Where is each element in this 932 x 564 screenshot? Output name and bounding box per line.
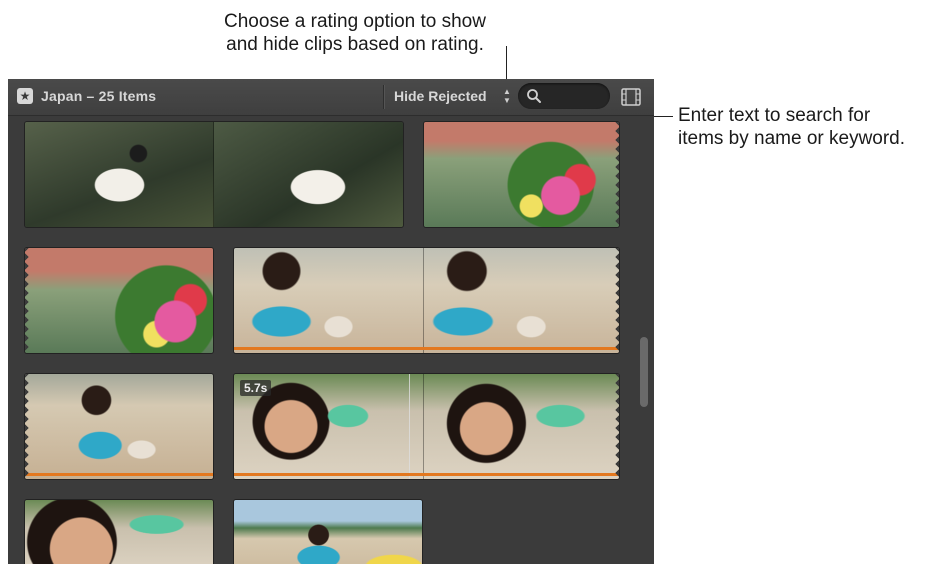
clip-frame xyxy=(25,248,213,353)
favorite-bar xyxy=(25,473,213,476)
clip-frame xyxy=(424,248,619,353)
browser-toolbar: ★ Japan – 25 Items Hide Rejected ▲ ▼ xyxy=(8,79,654,116)
filmstrip-icon[interactable] xyxy=(620,86,642,108)
clip-edge xyxy=(25,248,31,353)
clip-edge xyxy=(613,248,619,353)
event-title: Japan – 25 Items xyxy=(41,88,157,104)
clip-frame xyxy=(25,500,213,564)
clip-frame xyxy=(214,122,403,227)
clip-woman-goggles[interactable]: 5.7s xyxy=(234,374,619,479)
search-icon xyxy=(527,89,541,103)
clip-frame xyxy=(424,122,619,227)
clip-edge xyxy=(25,374,31,479)
favorite-bar xyxy=(234,347,619,350)
clip-frame xyxy=(234,500,422,564)
toolbar-divider xyxy=(383,85,384,109)
search-callout-line2: items by name or keyword. xyxy=(678,128,906,149)
clip-swan[interactable] xyxy=(25,122,403,227)
search-field[interactable] xyxy=(518,83,610,109)
skimmer-line xyxy=(409,374,410,479)
clip-flowers-bridge-2[interactable] xyxy=(25,248,213,353)
search-callout: Enter text to search for items by name o… xyxy=(678,104,932,150)
rating-callout-line2: and hide clips based on rating. xyxy=(226,34,484,55)
rating-callout: Choose a rating option to show and hide … xyxy=(180,10,530,56)
event-browser: ★ Japan – 25 Items Hide Rejected ▲ ▼ 5.7… xyxy=(8,79,654,564)
clip-frame xyxy=(234,248,424,353)
updown-chevron-icon[interactable]: ▲ ▼ xyxy=(502,87,512,105)
clip-edge xyxy=(613,374,619,479)
clip-boy-beach[interactable] xyxy=(234,500,422,564)
star-icon: ★ xyxy=(17,88,33,104)
clip-frame xyxy=(25,122,214,227)
clip-kids-beach-1[interactable] xyxy=(234,248,619,353)
search-input[interactable] xyxy=(544,86,608,108)
clip-kids-beach-2[interactable] xyxy=(25,374,213,479)
clip-edge xyxy=(613,122,619,227)
clip-flowers-bridge-1[interactable] xyxy=(424,122,619,227)
search-callout-line1: Enter text to search for xyxy=(678,105,871,126)
clip-frame xyxy=(424,374,619,479)
vertical-scrollbar[interactable] xyxy=(640,337,648,407)
rating-filter-popup[interactable]: Hide Rejected xyxy=(394,88,487,104)
favorite-bar xyxy=(234,473,619,476)
duration-label: 5.7s xyxy=(240,380,272,396)
clip-woman-goggles-closeup[interactable] xyxy=(25,500,213,564)
rating-callout-line1: Choose a rating option to show xyxy=(224,11,486,32)
clip-frame xyxy=(25,374,213,479)
